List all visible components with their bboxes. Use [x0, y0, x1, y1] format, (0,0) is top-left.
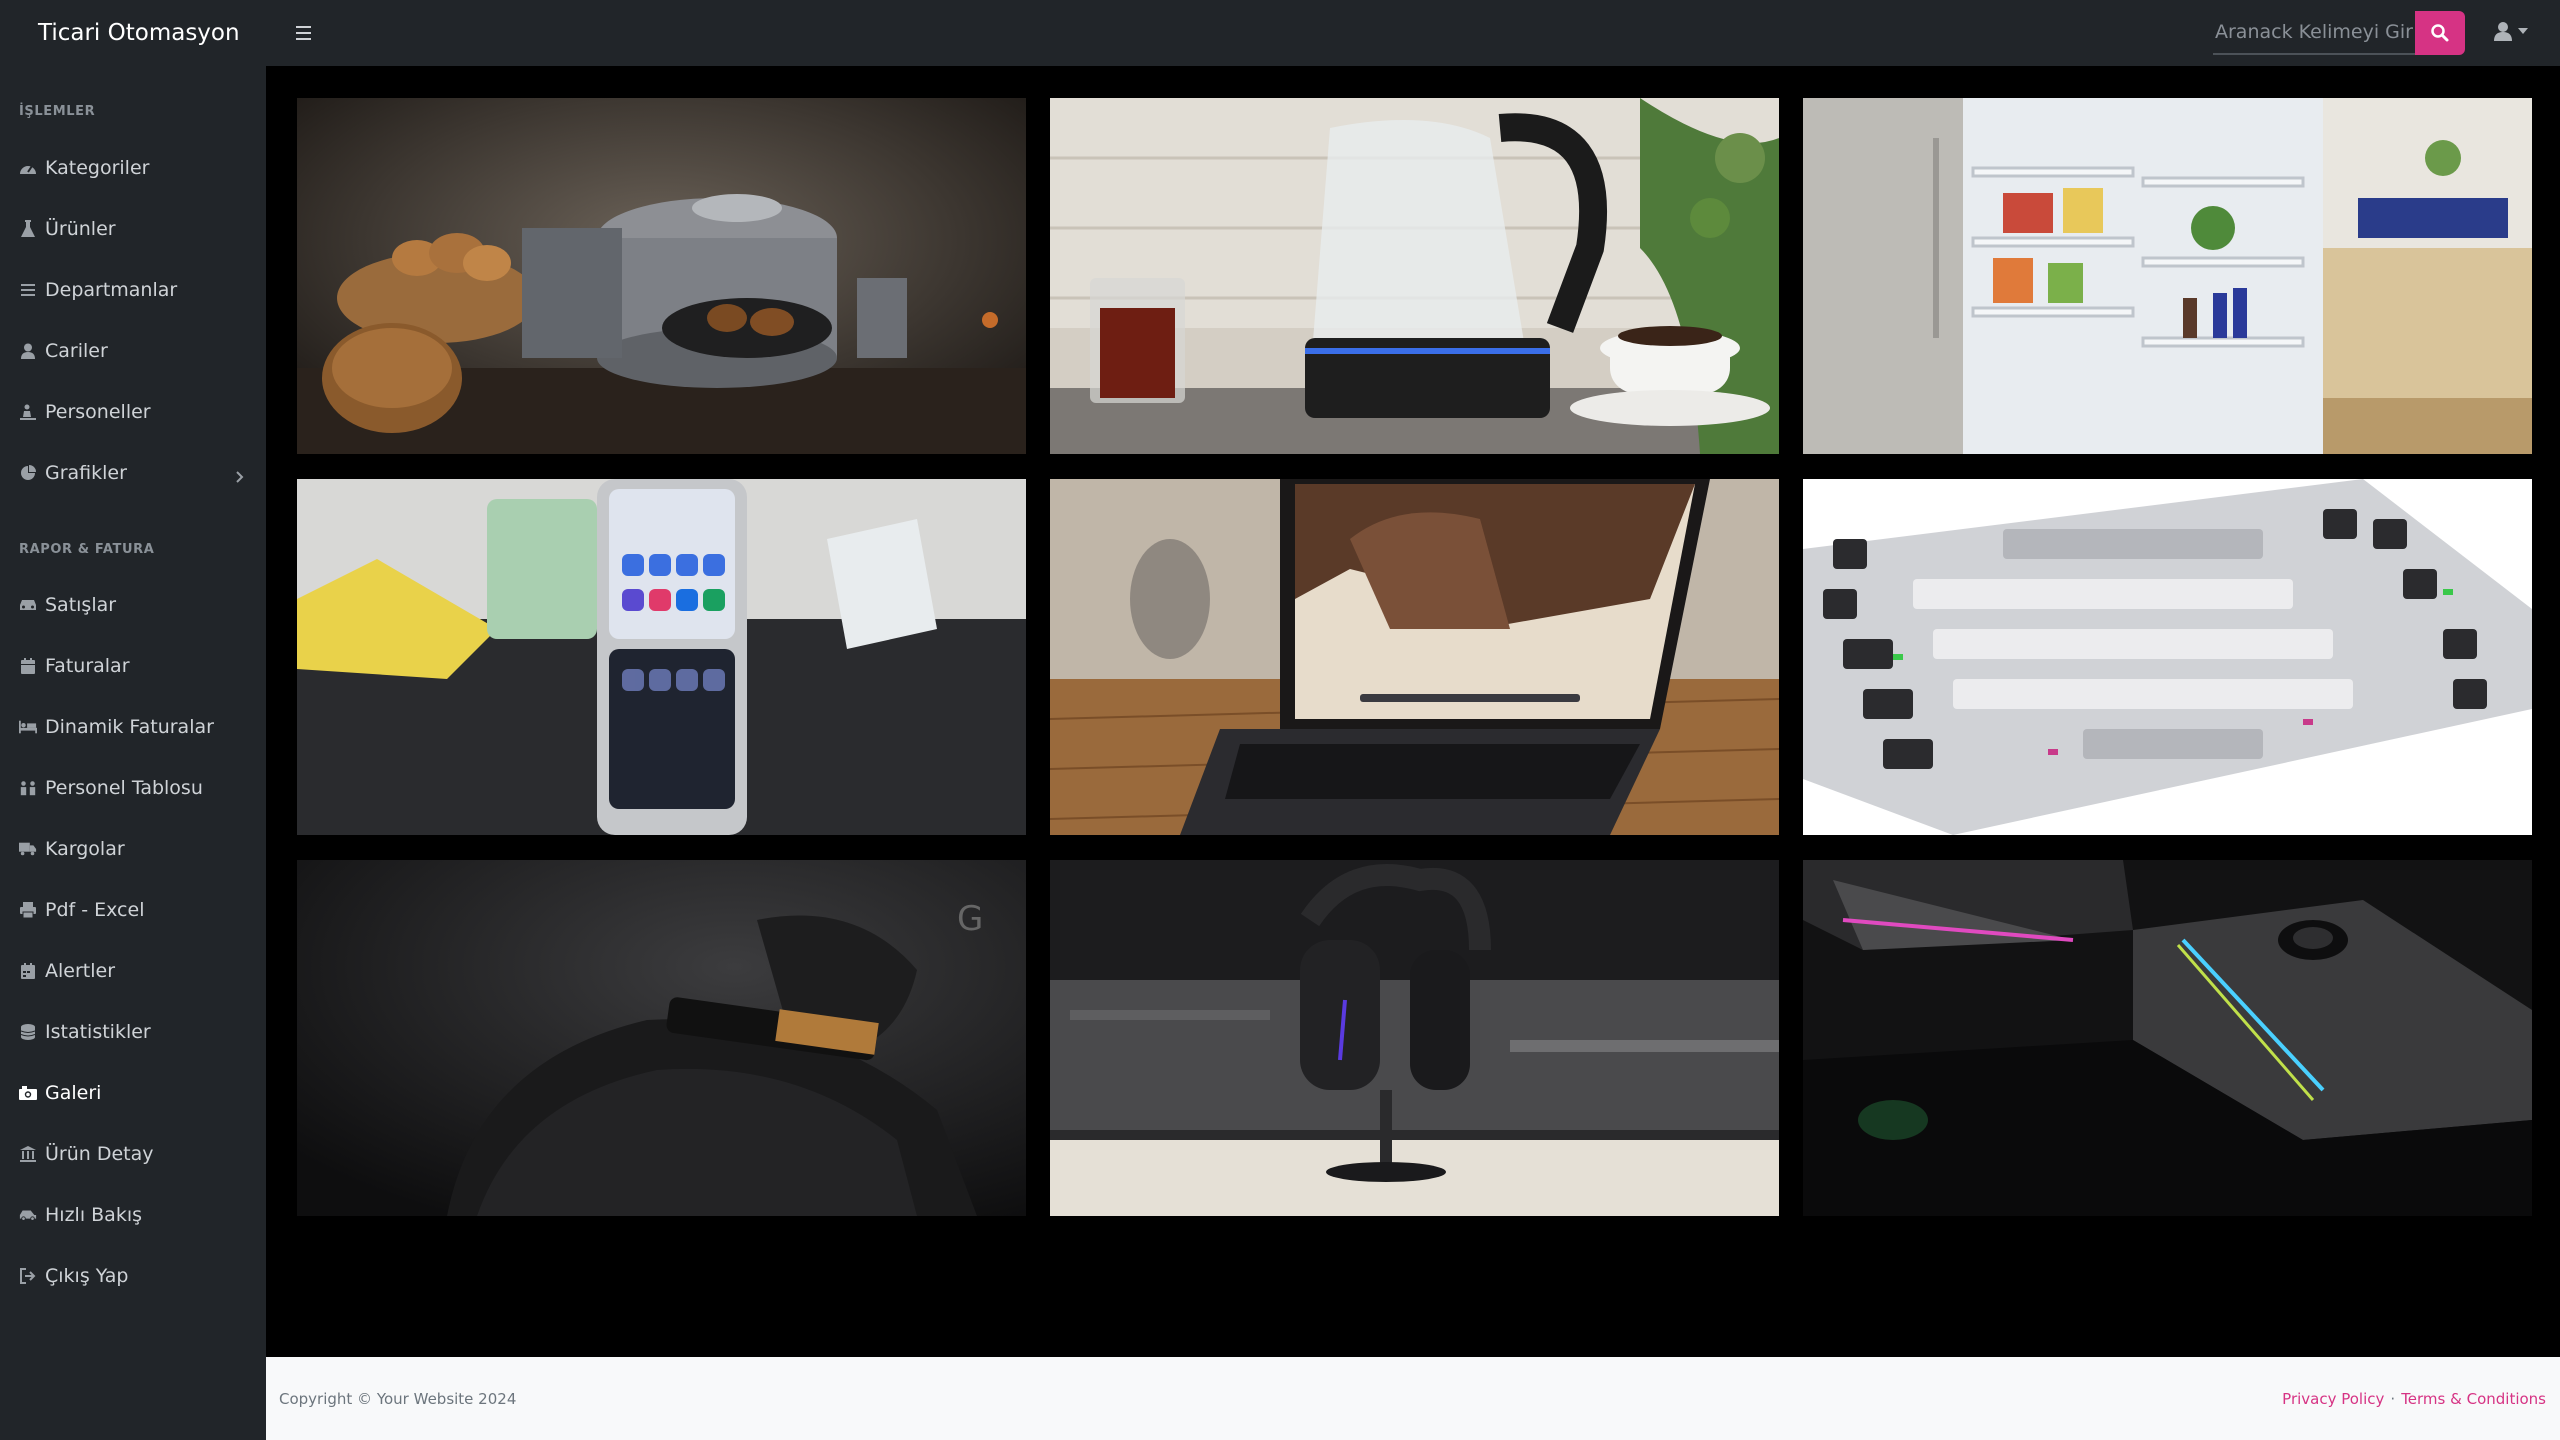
sidebar-item-personeller[interactable]: Personeller — [0, 388, 266, 436]
truck-icon — [19, 840, 37, 858]
sidebar-item-dinamik-faturalar[interactable]: Dinamik Faturalar — [0, 703, 266, 751]
sidebar-heading-rapor-fatura: RAPOR & FATURA — [19, 542, 155, 557]
sidebar-item-cikis-yap[interactable]: Çıkış Yap — [0, 1252, 266, 1300]
gallery-image-speaker[interactable] — [1803, 860, 2532, 1216]
sidebar-item-label: Istatistikler — [45, 1021, 151, 1043]
hamburger-icon — [296, 26, 311, 28]
sidebar-item-pdf-excel[interactable]: Pdf - Excel — [0, 886, 266, 934]
privacy-policy-link[interactable]: Privacy Policy — [2282, 1390, 2384, 1408]
sidebar: İŞLEMLER Kategoriler Ürünler Departmanla… — [0, 66, 266, 1440]
sidebar-item-label: Pdf - Excel — [45, 899, 145, 921]
pie-chart-icon — [19, 464, 37, 482]
menu-toggle-button[interactable] — [296, 21, 320, 45]
print-icon — [19, 901, 37, 919]
terms-link[interactable]: Terms & Conditions — [2401, 1390, 2546, 1408]
flask-icon — [19, 220, 37, 238]
sidebar-item-istatistikler[interactable]: Istatistikler — [0, 1008, 266, 1056]
sign-out-icon — [19, 1267, 37, 1285]
sidebar-item-hizli-bakis[interactable]: Hızlı Bakış — [0, 1191, 266, 1239]
gallery-image-laptop[interactable] — [1050, 479, 1779, 835]
sidebar-heading-islemler: İŞLEMLER — [19, 104, 96, 119]
sidebar-item-satislar[interactable]: Satışlar — [0, 581, 266, 629]
sidebar-item-label: Satışlar — [45, 594, 117, 616]
sidebar-item-label: Hızlı Bakış — [45, 1204, 142, 1226]
bed-icon — [19, 718, 37, 736]
search-icon — [2431, 24, 2449, 42]
database-icon — [19, 1023, 37, 1041]
sidebar-item-faturalar[interactable]: Faturalar — [0, 642, 266, 690]
caret-down-icon — [2518, 28, 2528, 34]
car-side-icon — [19, 1206, 37, 1224]
dashboard-icon — [19, 159, 37, 177]
gallery-image-keyboard[interactable] — [1803, 479, 2532, 835]
sidebar-item-label: Çıkış Yap — [45, 1265, 129, 1287]
gallery-image-oven[interactable] — [297, 98, 1026, 454]
svg-text:G: G — [957, 899, 983, 939]
footer-links: Privacy Policy · Terms & Conditions — [2282, 1390, 2546, 1408]
sidebar-item-label: Grafikler — [45, 462, 127, 484]
building-columns-icon — [19, 1145, 37, 1163]
user-icon — [2494, 22, 2512, 41]
gallery-image-headset[interactable] — [1050, 860, 1779, 1216]
people-icon — [19, 779, 37, 797]
user-icon — [19, 342, 37, 360]
search-input[interactable] — [2213, 11, 2415, 55]
sidebar-item-urun-detay[interactable]: Ürün Detay — [0, 1130, 266, 1178]
footer-separator: · — [2390, 1389, 2396, 1408]
sidebar-item-label: Kategoriler — [45, 157, 150, 179]
search-button[interactable] — [2415, 11, 2465, 55]
user-dropdown[interactable] — [2494, 21, 2528, 41]
sidebar-item-label: Cariler — [45, 340, 108, 362]
sidebar-item-label: Dinamik Faturalar — [45, 716, 214, 738]
calendar-icon — [19, 657, 37, 675]
sidebar-item-label: Ürün Detay — [45, 1143, 154, 1165]
sidebar-item-departmanlar[interactable]: Departmanlar — [0, 266, 266, 314]
calendar-alt-icon — [19, 962, 37, 980]
footer: Copyright © Your Website 2024 Privacy Po… — [266, 1357, 2560, 1440]
sidebar-item-label: Ürünler — [45, 218, 116, 240]
sidebar-item-label: Faturalar — [45, 655, 130, 677]
top-navbar: Ticari Otomasyon — [0, 0, 2560, 66]
search-form — [2213, 11, 2465, 55]
sidebar-item-kargolar[interactable]: Kargolar — [0, 825, 266, 873]
sidebar-item-label: Alertler — [45, 960, 116, 982]
sidebar-item-label: Departmanlar — [45, 279, 178, 301]
sidebar-item-label: Personel Tablosu — [45, 777, 203, 799]
camera-icon — [19, 1084, 37, 1102]
sidebar-item-grafikler[interactable]: Grafikler — [0, 449, 266, 497]
sidebar-item-personel-tablosu[interactable]: Personel Tablosu — [0, 764, 266, 812]
person-digging-icon — [19, 403, 37, 421]
gallery-image-mouse[interactable]: G — [297, 860, 1026, 1216]
app-title[interactable]: Ticari Otomasyon — [0, 20, 266, 46]
gallery-image-kettle[interactable] — [1050, 98, 1779, 454]
car-icon — [19, 596, 37, 614]
sidebar-item-urunler[interactable]: Ürünler — [0, 205, 266, 253]
sidebar-item-kategoriler[interactable]: Kategoriler — [0, 144, 266, 192]
list-icon — [19, 281, 37, 299]
gallery-image-fridge[interactable] — [1803, 98, 2532, 454]
sidebar-item-cariler[interactable]: Cariler — [0, 327, 266, 375]
copyright-text: Copyright © Your Website 2024 — [279, 1389, 517, 1408]
sidebar-item-galeri[interactable]: Galeri — [0, 1069, 266, 1117]
sidebar-item-label: Galeri — [45, 1082, 102, 1104]
sidebar-item-label: Personeller — [45, 401, 151, 423]
sidebar-item-label: Kargolar — [45, 838, 125, 860]
gallery-image-phone[interactable] — [297, 479, 1026, 835]
chevron-right-icon — [236, 466, 244, 488]
sidebar-item-alertler[interactable]: Alertler — [0, 947, 266, 995]
